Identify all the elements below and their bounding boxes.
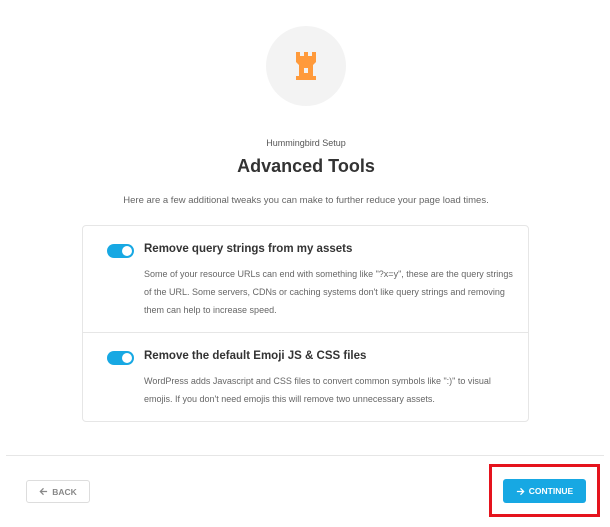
emoji-toggle[interactable]	[107, 351, 134, 365]
hummingbird-logo	[266, 26, 346, 106]
query-strings-toggle[interactable]	[107, 244, 134, 258]
arrow-left-icon	[39, 487, 48, 496]
back-button[interactable]: BACK	[26, 480, 90, 503]
castle-tower-icon	[296, 52, 316, 80]
continue-button[interactable]: CONTINUE	[503, 479, 586, 503]
continue-label: CONTINUE	[528, 486, 574, 496]
option-emoji: Remove the default Emoji JS & CSS files …	[83, 333, 528, 423]
page-title: Advanced Tools	[237, 156, 375, 176]
arrow-right-icon	[516, 487, 525, 495]
footer-divider	[6, 455, 604, 456]
option-title: Remove the default Emoji JS & CSS files	[144, 350, 367, 362]
setup-subtitle: Hummingbird Setup	[266, 138, 346, 148]
toggle-knob	[122, 353, 132, 363]
option-description: Some of your resource URLs can end with …	[144, 269, 513, 315]
option-description: WordPress adds Javascript and CSS files …	[144, 376, 491, 404]
option-query-strings: Remove query strings from my assets Some…	[83, 226, 528, 333]
page-description: Here are a few additional tweaks you can…	[123, 195, 489, 206]
toggle-knob	[122, 246, 132, 256]
options-card: Remove query strings from my assets Some…	[82, 225, 529, 422]
option-title: Remove query strings from my assets	[144, 243, 353, 255]
back-label: BACK	[52, 486, 77, 497]
